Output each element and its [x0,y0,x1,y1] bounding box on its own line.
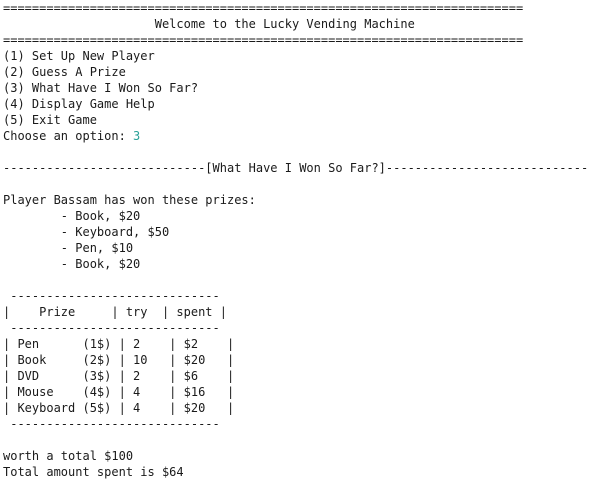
option-input-value: 3 [133,129,141,143]
header-rule-bottom: ========================================… [3,33,524,47]
menu-item-exit-game: (5) Exit Game [3,113,97,127]
menu-item-guess-prize: (2) Guess A Prize [3,65,126,79]
header-rule-top: ========================================… [3,1,524,15]
total-spent: Total amount spent is $64 [3,465,184,479]
table-row: | Book (2$) | 10 | $20 | [3,353,235,367]
prize-list-item: - Keyboard, $50 [3,225,170,239]
prize-list-item: - Book, $20 [3,257,141,271]
console-output: ========================================… [3,0,608,482]
table-rule-top: ----------------------------- [3,289,220,303]
welcome-title: Welcome to the Lucky Vending Machine [3,17,415,31]
table-header-row: | Prize | try | spent | [3,305,227,319]
table-row: | Mouse (4$) | 4 | $16 | [3,385,235,399]
table-row: | Pen (1$) | 2 | $2 | [3,337,235,351]
prize-list-item: - Pen, $10 [3,241,134,255]
menu-item-game-help: (4) Display Game Help [3,97,155,111]
prize-list-item: - Book, $20 [3,209,141,223]
table-row: | Keyboard (5$) | 4 | $20 | [3,401,235,415]
menu-item-what-won: (3) What Have I Won So Far? [3,81,199,95]
winnings-heading: Player Bassam has won these prizes: [3,193,256,207]
table-rule-middle: ----------------------------- [3,321,220,335]
menu-item-setup-player: (1) Set Up New Player [3,49,155,63]
table-row: | DVD (3$) | 2 | $6 | [3,369,235,383]
total-worth: worth a total $100 [3,449,134,463]
table-rule-bottom: ----------------------------- [3,417,220,431]
section-divider: ----------------------------[What Have I… [3,161,589,175]
option-prompt-line: Choose an option: 3 [3,128,608,144]
option-prompt: Choose an option: [3,129,134,143]
